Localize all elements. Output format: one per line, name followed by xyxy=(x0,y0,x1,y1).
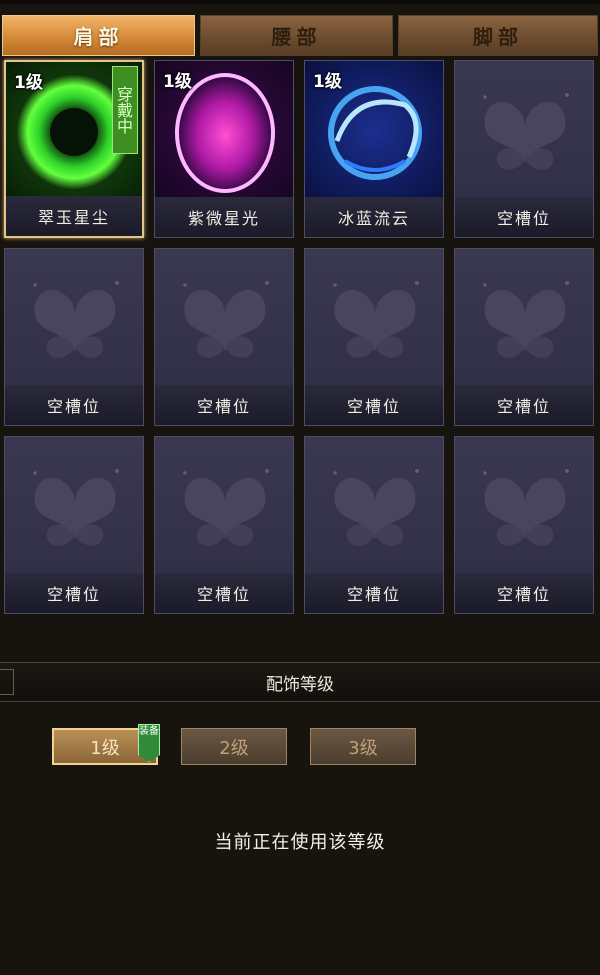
accessory-slot-10[interactable]: 空槽位 xyxy=(154,436,294,614)
accessory-slot-1[interactable]: 1级 穿戴中 翠玉星尘 xyxy=(4,60,144,238)
level-label: 1级 xyxy=(163,72,192,92)
accessory-slot-6[interactable]: 空槽位 xyxy=(154,248,294,426)
butterfly-placeholder-icon xyxy=(455,61,593,199)
level-status-text: 当前正在使用该等级 xyxy=(214,832,386,853)
tab-waist[interactable]: 腰部 xyxy=(200,15,393,56)
slot-name: 空槽位 xyxy=(455,197,593,237)
slot-name: 空槽位 xyxy=(455,385,593,425)
slot-name: 紫微星光 xyxy=(155,197,293,237)
level-label: 1级 xyxy=(313,72,342,92)
butterfly-placeholder-icon xyxy=(455,249,593,387)
slot-name: 空槽位 xyxy=(305,385,443,425)
slot-name: 空槽位 xyxy=(155,573,293,613)
top-border xyxy=(0,0,600,4)
accessory-slot-4[interactable]: 空槽位 xyxy=(454,60,594,238)
tab-shoulder[interactable]: 肩部 xyxy=(2,15,195,56)
accessory-level-header: 配饰等级 xyxy=(0,662,600,702)
accessory-slot-3[interactable]: 1级 冰蓝流云 xyxy=(304,60,444,238)
header-endcap xyxy=(0,669,14,695)
accessory-slot-8[interactable]: 空槽位 xyxy=(454,248,594,426)
butterfly-placeholder-icon xyxy=(155,437,293,575)
butterfly-placeholder-icon xyxy=(155,249,293,387)
accessory-slot-7[interactable]: 空槽位 xyxy=(304,248,444,426)
slot-name: 翠玉星尘 xyxy=(6,196,142,236)
slot-name: 空槽位 xyxy=(5,573,143,613)
section-title: 配饰等级 xyxy=(266,674,334,695)
wearing-tag: 穿戴中 xyxy=(112,66,138,154)
accessory-slot-12[interactable]: 空槽位 xyxy=(454,436,594,614)
accessory-slot-9[interactable]: 空槽位 xyxy=(4,436,144,614)
slot-name: 空槽位 xyxy=(305,573,443,613)
butterfly-placeholder-icon xyxy=(305,249,443,387)
accessory-slot-11[interactable]: 空槽位 xyxy=(304,436,444,614)
equipped-badge: 装备 xyxy=(138,724,160,762)
slot-name: 空槽位 xyxy=(155,385,293,425)
level-3-button[interactable]: 3级 xyxy=(310,728,416,765)
level-2-button[interactable]: 2级 xyxy=(181,728,287,765)
level-label: 1级 xyxy=(14,73,43,93)
tab-feet[interactable]: 脚部 xyxy=(398,15,598,56)
accessory-slot-5[interactable]: 空槽位 xyxy=(4,248,144,426)
butterfly-placeholder-icon xyxy=(5,249,143,387)
accessory-grid: 1级 穿戴中 翠玉星尘 1级 紫微星光 1级 冰蓝流云 空槽位 空槽位 空槽位 … xyxy=(4,60,596,616)
accessory-slot-2[interactable]: 1级 紫微星光 xyxy=(154,60,294,238)
butterfly-placeholder-icon xyxy=(455,437,593,575)
slot-name: 空槽位 xyxy=(455,573,593,613)
slot-name: 空槽位 xyxy=(5,385,143,425)
butterfly-placeholder-icon xyxy=(305,437,443,575)
butterfly-placeholder-icon xyxy=(5,437,143,575)
slot-name: 冰蓝流云 xyxy=(305,197,443,237)
